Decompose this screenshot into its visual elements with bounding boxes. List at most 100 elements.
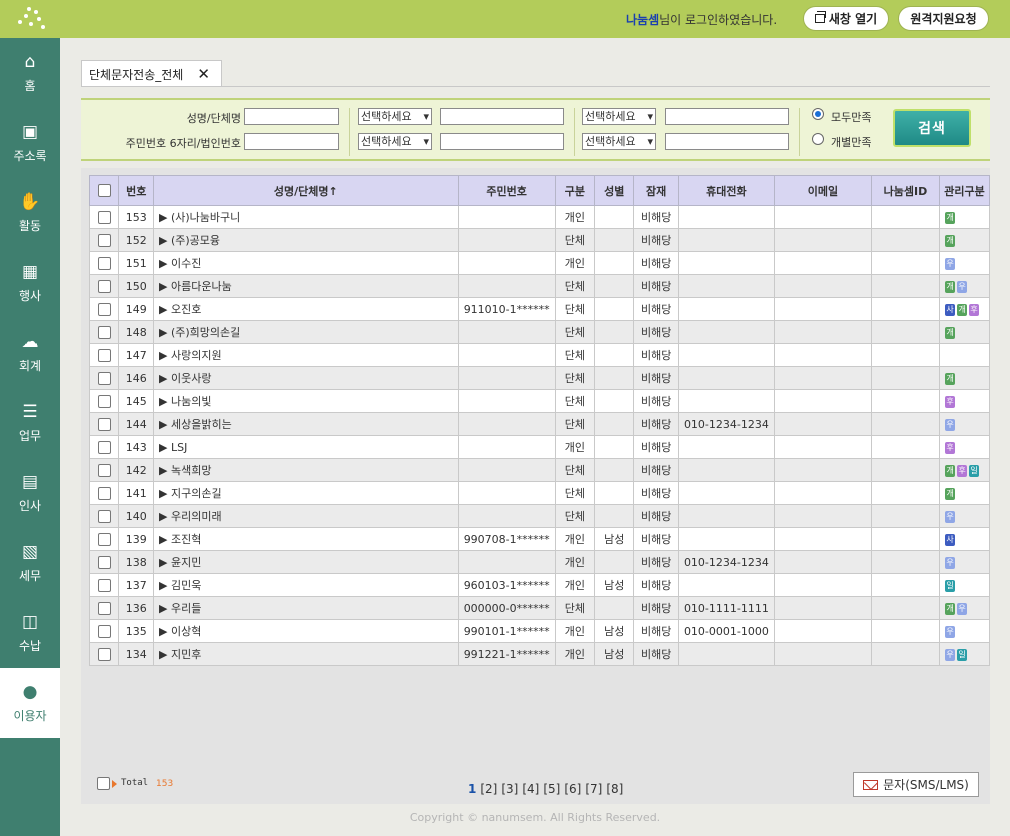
cell-name[interactable]: ▶ 조진혁	[153, 527, 459, 551]
table-row[interactable]: 144 ▶ 세상을밝히는 단체 비해당 010-1234-1234 우	[88, 412, 990, 436]
expand-arrow-icon[interactable]: ▶	[159, 487, 171, 500]
sidebar-item-tax[interactable]: ▧ 세무	[0, 528, 60, 598]
expand-arrow-icon[interactable]: ▶	[159, 303, 171, 316]
expand-arrow-icon[interactable]: ▶	[159, 234, 171, 247]
search-button[interactable]: 검색	[893, 109, 971, 147]
sidebar-item-accounting[interactable]: ☁ 회계	[0, 318, 60, 388]
select-all-checkbox[interactable]	[97, 184, 111, 198]
row-checkbox[interactable]	[97, 325, 111, 339]
expand-arrow-icon[interactable]: ▶	[159, 579, 171, 592]
expand-arrow-icon[interactable]: ▶	[159, 418, 171, 431]
col-header-name[interactable]: 성명/단체명↑	[153, 175, 459, 206]
condition-select-3[interactable]: 선택하세요	[582, 108, 656, 125]
sidebar-item-user[interactable]: ● 이용자	[0, 668, 60, 738]
cell-name[interactable]: ▶ 지구의손길	[153, 481, 459, 505]
table-row[interactable]: 151 ▶ 이수진 개인 비해당 우	[88, 251, 990, 275]
row-checkbox[interactable]	[97, 463, 111, 477]
condition-select-1[interactable]: 선택하세요	[358, 108, 432, 125]
row-checkbox[interactable]	[97, 417, 111, 431]
row-checkbox[interactable]	[97, 601, 111, 615]
radio-each-match[interactable]	[812, 133, 824, 145]
cell-name[interactable]: ▶ (사)나눔바구니	[153, 205, 459, 229]
cell-name[interactable]: ▶ 지민후	[153, 642, 459, 666]
row-checkbox[interactable]	[97, 440, 111, 454]
expand-arrow-icon[interactable]: ▶	[159, 349, 171, 362]
row-checkbox[interactable]	[97, 348, 111, 362]
page-link[interactable]: [8]	[606, 782, 623, 796]
table-row[interactable]: 149 ▶ 오진호 911010-1****** 단체 비해당 사 개 후	[88, 297, 990, 321]
expand-arrow-icon[interactable]: ▶	[159, 211, 171, 224]
table-row[interactable]: 138 ▶ 윤지민 개인 비해당 010-1234-1234 우	[88, 550, 990, 574]
cell-name[interactable]: ▶ 이상혁	[153, 619, 459, 643]
table-row[interactable]: 145 ▶ 나눔의빛 단체 비해당 후	[88, 389, 990, 413]
col-header-id-number[interactable]: 주민번호	[457, 175, 556, 206]
cell-name[interactable]: ▶ 윤지민	[153, 550, 459, 574]
row-checkbox[interactable]	[97, 233, 111, 247]
cell-name[interactable]: ▶ 우리들	[153, 596, 459, 620]
expand-arrow-icon[interactable]: ▶	[159, 372, 171, 385]
expand-arrow-icon[interactable]: ▶	[159, 326, 171, 339]
col-header-management[interactable]: 관리구분	[939, 175, 990, 206]
expand-arrow-icon[interactable]: ▶	[159, 648, 171, 661]
row-checkbox[interactable]	[97, 532, 111, 546]
table-row[interactable]: 152 ▶ (주)공모융 단체 비해당 개	[88, 228, 990, 252]
col-header-type[interactable]: 구분	[554, 175, 596, 206]
row-checkbox[interactable]	[97, 624, 111, 638]
expand-arrow-icon[interactable]: ▶	[159, 556, 171, 569]
table-row[interactable]: 150 ▶ 아름다운나눔 단체 비해당 개 우	[88, 274, 990, 298]
row-checkbox[interactable]	[97, 302, 111, 316]
col-header-email[interactable]: 이메일	[773, 175, 872, 206]
name-input[interactable]	[244, 108, 339, 125]
col-header-gender[interactable]: 성별	[594, 175, 635, 206]
expand-arrow-icon[interactable]: ▶	[159, 602, 171, 615]
table-row[interactable]: 139 ▶ 조진혁 990708-1****** 개인 남성 비해당 사	[88, 527, 990, 551]
cell-name[interactable]: ▶ 아름다운나눔	[153, 274, 459, 298]
table-row[interactable]: 141 ▶ 지구의손길 단체 비해당 개	[88, 481, 990, 505]
col-header-nanumsem-id[interactable]: 나눔셈ID	[870, 175, 941, 206]
cell-name[interactable]: ▶ (주)희망의손길	[153, 320, 459, 344]
table-row[interactable]: 153 ▶ (사)나눔바구니 개인 비해당 개	[88, 205, 990, 229]
row-checkbox[interactable]	[97, 371, 111, 385]
cell-name[interactable]: ▶ 이웃사랑	[153, 366, 459, 390]
cell-name[interactable]: ▶ (주)공모융	[153, 228, 459, 252]
sidebar-item-home[interactable]: ⌂ 홈	[0, 38, 60, 108]
expand-arrow-icon[interactable]: ▶	[159, 625, 171, 638]
cell-name[interactable]: ▶ LSJ	[153, 435, 459, 459]
row-checkbox[interactable]	[97, 279, 111, 293]
condition-select-4[interactable]: 선택하세요	[582, 133, 656, 150]
condition-input-2[interactable]	[440, 133, 564, 150]
expand-arrow-icon[interactable]: ▶	[159, 395, 171, 408]
condition-input-3[interactable]	[665, 108, 789, 125]
row-checkbox[interactable]	[97, 647, 111, 661]
sidebar-item-id-card[interactable]: ▤ 인사	[0, 458, 60, 528]
row-checkbox[interactable]	[97, 509, 111, 523]
col-header-mobile[interactable]: 휴대전화	[677, 175, 775, 206]
page-link[interactable]: [2]	[480, 782, 497, 796]
tab-sms-send-all[interactable]: 단체문자전송_전체 ✕	[81, 60, 222, 87]
sidebar-item-calendar[interactable]: ▦ 행사	[0, 248, 60, 318]
page-link[interactable]: [7]	[585, 782, 602, 796]
remote-support-button[interactable]: 원격지원요청	[898, 6, 989, 31]
page-link[interactable]: [3]	[501, 782, 518, 796]
row-checkbox[interactable]	[97, 394, 111, 408]
col-header-potential[interactable]: 잠재	[633, 175, 679, 206]
row-checkbox[interactable]	[97, 578, 111, 592]
table-row[interactable]: 147 ▶ 사랑의지원 단체 비해당	[88, 343, 990, 367]
cell-name[interactable]: ▶ 오진호	[153, 297, 459, 321]
tab-close-icon[interactable]: ✕	[197, 65, 210, 83]
page-link[interactable]: [4]	[522, 782, 539, 796]
row-checkbox[interactable]	[97, 486, 111, 500]
sidebar-item-addressbook[interactable]: ▣ 주소록	[0, 108, 60, 178]
cell-name[interactable]: ▶ 세상을밝히는	[153, 412, 459, 436]
table-row[interactable]: 135 ▶ 이상혁 990101-1****** 개인 남성 비해당 010-0001-10…	[88, 619, 990, 643]
condition-select-2[interactable]: 선택하세요	[358, 133, 432, 150]
new-window-button[interactable]: 새창 열기	[803, 6, 889, 31]
col-header-no[interactable]: 번호	[118, 175, 155, 206]
logo-icon[interactable]	[16, 6, 46, 32]
row-checkbox[interactable]	[97, 210, 111, 224]
expand-arrow-icon[interactable]: ▶	[159, 533, 171, 546]
row-checkbox[interactable]	[97, 256, 111, 270]
sms-lms-button[interactable]: 문자(SMS/LMS)	[853, 772, 979, 797]
table-row[interactable]: 148 ▶ (주)희망의손길 단체 비해당 개	[88, 320, 990, 344]
cell-name[interactable]: ▶ 우리의미래	[153, 504, 459, 528]
